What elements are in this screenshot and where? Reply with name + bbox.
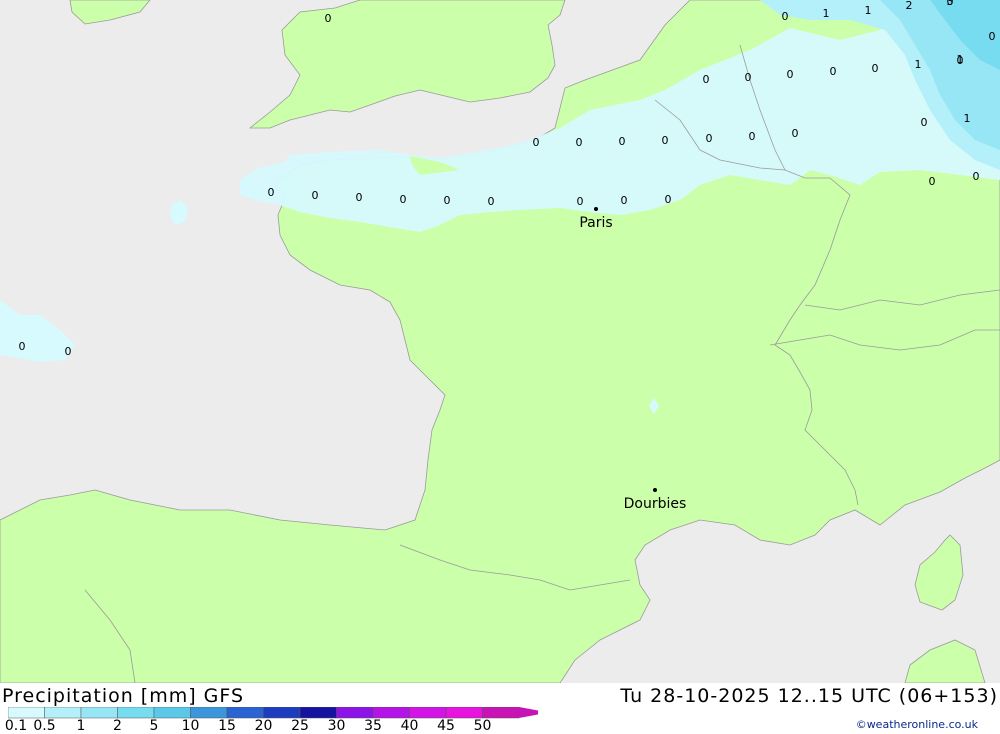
- contour-label: 1: [915, 58, 922, 71]
- contour-label: 0: [65, 345, 72, 358]
- contour-label: 0: [662, 134, 669, 147]
- city-marker: [594, 207, 598, 211]
- contour-label: 0: [872, 62, 879, 75]
- map-title: Precipitation [mm] GFS: [2, 685, 245, 707]
- legend-label: 10: [181, 718, 200, 734]
- contour-label: 0: [621, 194, 628, 207]
- legend-label: 1: [76, 718, 86, 734]
- contour-label: 0: [921, 116, 928, 129]
- legend-swatch: [409, 707, 447, 719]
- legend-label: 0.5: [33, 718, 56, 734]
- legend-swatch: [153, 707, 191, 719]
- legend-swatch: [80, 707, 118, 719]
- contour-label: 2: [906, 0, 913, 12]
- legend-label: 20: [254, 718, 273, 734]
- legend-swatch: [8, 707, 45, 719]
- legend-label: 0.1: [4, 718, 28, 734]
- contour-label: 0: [929, 175, 936, 188]
- contour-label: 1: [957, 53, 964, 66]
- legend-swatch: [263, 707, 301, 719]
- contour-label: 0: [703, 73, 710, 86]
- contour-label: 0: [444, 194, 451, 207]
- precipitation-map: 0 0 0 0 0 0 0 0 0 0 0 0 0 0 0 0 0 0 0 0 …: [0, 0, 1000, 683]
- contour-label: 0: [19, 340, 26, 353]
- contour-label: 0: [325, 12, 332, 25]
- legend-label: 45: [437, 718, 455, 734]
- contour-label: 0: [488, 195, 495, 208]
- legend-label: 25: [291, 718, 309, 734]
- contour-label: 0: [577, 195, 584, 208]
- contour-label: 1: [823, 7, 830, 20]
- legend-arrow: [519, 707, 538, 718]
- legend-label: 50: [473, 718, 492, 734]
- legend-swatch: [117, 707, 155, 719]
- contour-label: 0: [787, 68, 794, 81]
- contour-label: 0: [533, 136, 540, 149]
- contour-label: 0: [749, 130, 756, 143]
- legend-label: 30: [327, 718, 346, 734]
- legend-swatch: [336, 707, 374, 719]
- legend-swatch: [445, 707, 483, 719]
- contour-label: 0: [619, 135, 626, 148]
- contour-label: 0: [706, 132, 713, 145]
- legend-label: 35: [364, 718, 382, 734]
- contour-label: 0: [830, 65, 837, 78]
- contour-label: 0: [745, 71, 752, 84]
- contour-label: 1: [964, 112, 971, 125]
- contour-label: 3: [947, 0, 954, 8]
- legend-swatch: [44, 707, 82, 719]
- contour-label: 1: [865, 4, 872, 17]
- contour-label: 0: [400, 193, 407, 206]
- forecast-datetime: Tu 28-10-2025 12..15 UTC (06+153): [620, 685, 998, 707]
- contour-label: 0: [268, 186, 275, 199]
- legend-colorbar: [8, 707, 538, 719]
- contour-label: 0: [576, 136, 583, 149]
- contour-label: 0: [792, 127, 799, 140]
- legend-swatch: [372, 707, 410, 719]
- legend-swatch: [299, 707, 337, 719]
- legend-label: 5: [149, 718, 159, 734]
- contour-label: 0: [973, 170, 980, 183]
- city-label: Dourbies: [624, 496, 687, 512]
- city-marker: [653, 488, 657, 492]
- contour-label: 0: [665, 193, 672, 206]
- contour-label: 0: [312, 189, 319, 202]
- contour-label: 0: [782, 10, 789, 23]
- legend-label: 40: [400, 718, 419, 734]
- legend-swatch: [190, 707, 228, 719]
- credit-link[interactable]: ©weatheronline.co.uk: [856, 718, 978, 731]
- city-label: Paris: [579, 215, 612, 231]
- legend-label: 2: [113, 718, 122, 734]
- contour-label: 0: [989, 30, 996, 43]
- legend-swatch: [482, 707, 520, 719]
- legend-swatch: [226, 707, 264, 719]
- map-footer: Precipitation [mm] GFS Tu 28-10-2025 12.…: [0, 683, 1000, 734]
- legend-label: 15: [218, 718, 236, 734]
- contour-label: 0: [356, 191, 363, 204]
